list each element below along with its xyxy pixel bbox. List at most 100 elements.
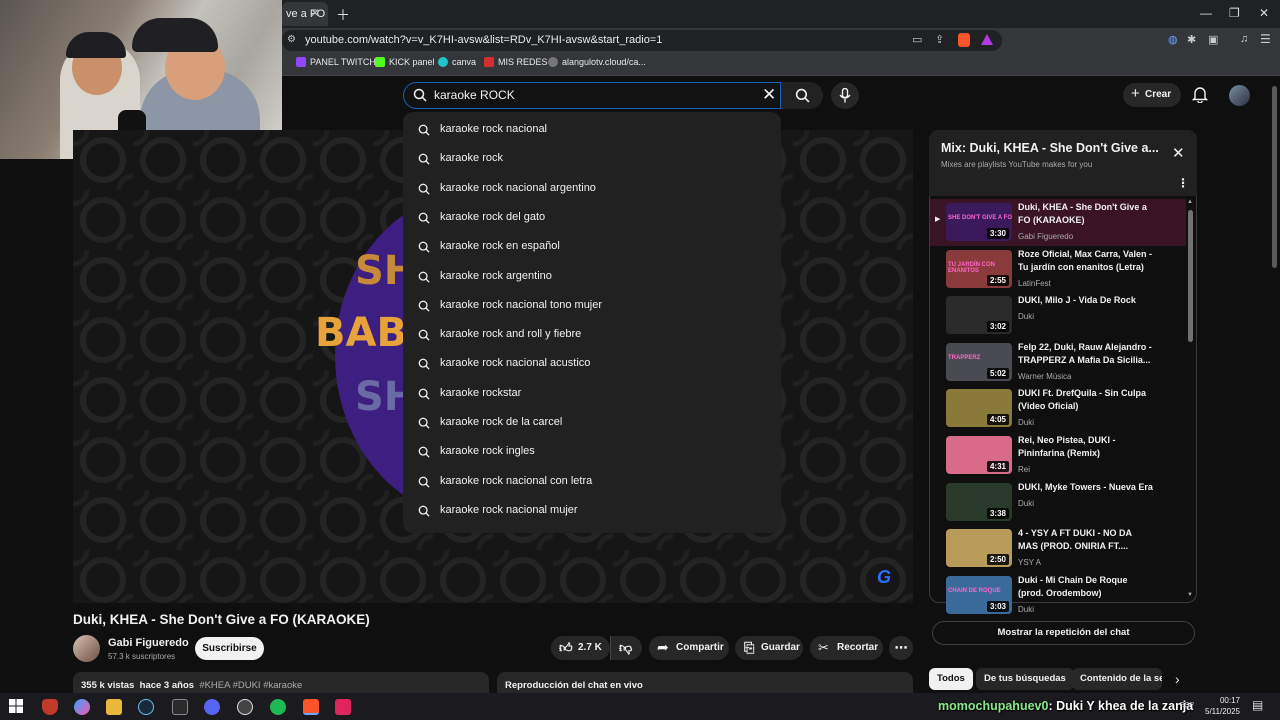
clock-time: 00:17 — [1219, 696, 1240, 705]
language-indicator[interactable]: ESP — [1180, 702, 1194, 709]
suggestion-item[interactable]: karaoke rock ingles — [403, 438, 781, 467]
window-close-icon[interactable]: ✕ — [1259, 6, 1269, 20]
share-button[interactable]: ➦ Compartir — [649, 636, 729, 660]
hashtags[interactable]: #KHEA #DUKI #karaoke — [199, 680, 302, 691]
bookmark-panel-twitch[interactable]: PANEL TWITCH — [296, 57, 376, 67]
show-chat-replay-button[interactable]: Mostrar la repetición del chat — [932, 621, 1195, 645]
browser-tab[interactable]: ve a FO — [282, 2, 328, 26]
minimize-icon[interactable]: — — [1200, 6, 1212, 20]
search-icon — [418, 212, 430, 224]
clear-search-icon[interactable]: ✕ — [762, 85, 776, 105]
suggestion-label: karaoke rock and roll y fiebre — [440, 328, 582, 341]
file-explorer-icon[interactable] — [106, 699, 122, 715]
thumbs-up-icon: 👍︎ — [559, 640, 573, 655]
suggestion-item[interactable]: karaoke rock nacional argentino — [403, 175, 781, 204]
suggestion-item[interactable]: karaoke rock en español — [403, 233, 781, 262]
suggestion-item[interactable]: karaoke rockstar — [403, 380, 781, 409]
more-actions-icon[interactable]: ⋯ — [889, 636, 913, 660]
playlist-item-title: Rei, Neo Pistea, DUKI - Pininfarina (Rem… — [1018, 435, 1116, 458]
playlist-item[interactable]: ▶ SHE DON'T GIVE A FO 3:30 Duki, KHEA - She… — [930, 199, 1186, 246]
playlist-item[interactable]: 3:38 DUKI, Myke Towers - Nueva Era Duki — [930, 479, 1186, 526]
restore-icon[interactable]: ❐ — [1229, 6, 1240, 20]
chip-todos[interactable]: Todos — [929, 668, 973, 690]
media-icon[interactable]: ♫ — [1240, 33, 1248, 45]
playlist-item[interactable]: TU JARDÍN CON ENANITOS 2:55 Roze Oficial, … — [930, 246, 1186, 293]
clip-button[interactable]: ✂ Recortar — [810, 636, 883, 660]
dislike-button[interactable]: 👎︎ — [610, 636, 642, 660]
steam-icon[interactable] — [138, 699, 154, 715]
suggestion-item[interactable]: karaoke rock nacional — [403, 116, 781, 145]
brave-browser-icon[interactable] — [303, 699, 319, 715]
playlist-more-icon[interactable]: ⋮ — [1177, 176, 1189, 190]
notification-center-icon[interactable]: ▤ — [1252, 698, 1263, 712]
brave-shields-icon[interactable] — [958, 33, 970, 47]
notifications-bell-icon[interactable] — [1192, 86, 1208, 103]
scroll-up-icon[interactable]: ▲ — [1187, 199, 1193, 205]
like-button[interactable]: 👍︎ 2.7 K — [551, 636, 610, 660]
url-text[interactable]: youtube.com/watch?v=v_K7HI-avsw&list=RDv… — [305, 34, 662, 46]
bookmark-mis-redes[interactable]: MIS REDES — [484, 57, 548, 67]
close-playlist-icon[interactable]: ✕ — [1172, 144, 1185, 162]
create-button[interactable]: + Crear — [1123, 83, 1181, 107]
suggestion-item[interactable]: karaoke rock del gato — [403, 204, 781, 233]
playlist-item[interactable]: 2:50 4 - YSY A FT DUKI - NO DA MAS (PROD.… — [930, 525, 1186, 572]
taskbar-clock[interactable]: 00:17 5/11/2025 — [1205, 695, 1240, 717]
tiktok-icon[interactable] — [335, 699, 351, 715]
search-input[interactable]: karaoke ROCK — [434, 88, 515, 102]
antivirus-icon[interactable] — [42, 699, 58, 715]
suggestion-item[interactable]: karaoke rock — [403, 145, 781, 174]
playlist-item[interactable]: CHAIN DE ROQUE 3:03 Duki - Mi Chain De Roq… — [930, 572, 1186, 619]
channel-avatar[interactable] — [73, 635, 100, 662]
account-avatar[interactable] — [1229, 85, 1250, 106]
epic-games-icon[interactable] — [172, 699, 188, 715]
video-duration: 3:03 — [986, 600, 1009, 612]
playlist-item[interactable]: TRAPPERZ 5:02 Felp 22, Duki, Rauw Alejandr… — [930, 339, 1186, 386]
suggestion-item[interactable]: karaoke rock de la carcel — [403, 409, 781, 438]
spotify-icon[interactable] — [270, 699, 286, 715]
playlist-item[interactable]: 4:31 Rei, Neo Pistea, DUKI - Pininfarina … — [930, 432, 1186, 479]
subscribe-button[interactable]: Suscribirse — [195, 637, 264, 660]
suggestion-item[interactable]: karaoke rock nacional tono mujer — [403, 292, 781, 321]
scroll-down-icon[interactable]: ▼ — [1187, 592, 1193, 598]
site-settings-icon[interactable]: ⚙ — [287, 34, 296, 45]
bookmark-alangulotv[interactable]: alangulotv.cloud/ca... — [548, 57, 646, 67]
copilot-icon[interactable] — [74, 699, 90, 715]
share-page-icon[interactable]: ⇪ — [935, 33, 944, 46]
video-duration: 2:50 — [986, 554, 1009, 566]
chips-next-icon[interactable]: › — [1175, 671, 1180, 687]
bookmark-canva[interactable]: canva — [438, 57, 476, 67]
page-scrollbar[interactable] — [1272, 86, 1277, 268]
playlist-thumbnail: 4:05 — [946, 389, 1012, 428]
search-icon — [795, 88, 810, 103]
search-button[interactable] — [781, 82, 823, 109]
chip-de-tus-busquedas[interactable]: De tus búsquedas — [976, 668, 1074, 690]
suggestion-item[interactable]: karaoke rock nacional mujer — [403, 497, 781, 526]
playlist-scrollbar[interactable] — [1188, 210, 1193, 342]
bookmark-kick-panel[interactable]: KICK panel — [375, 57, 435, 67]
sound-icon[interactable]: ◍ — [1168, 33, 1178, 46]
obs-icon[interactable] — [237, 699, 253, 715]
playlist-item[interactable]: 4:05 DUKI Ft. DrefQuila - Sin Culpa (Vide… — [930, 385, 1186, 432]
video-duration: 4:31 — [986, 461, 1009, 472]
voice-search-button[interactable] — [831, 82, 859, 109]
suggestion-item[interactable]: karaoke rock and roll y fiebre — [403, 321, 781, 350]
suggestion-item[interactable]: karaoke rock nacional acustico — [403, 350, 781, 379]
video-title: Duki, KHEA - She Don't Give a FO (KARAOK… — [73, 612, 370, 627]
discord-icon[interactable] — [204, 699, 220, 715]
extensions-icon[interactable]: ✱ — [1187, 33, 1196, 46]
channel-name[interactable]: Gabi Figueredo — [108, 637, 189, 649]
suggestion-item[interactable]: karaoke rock argentino — [403, 263, 781, 292]
cast-icon[interactable]: ▭ — [912, 33, 922, 46]
search-suggestions: karaoke rock nacional karaoke rock karaoke… — [403, 112, 781, 533]
suggestion-item[interactable]: karaoke rock nacional con letra — [403, 468, 781, 497]
playlist-item[interactable]: 3:02 DUKI, Milo J - Vida De Rock Duki — [930, 292, 1186, 339]
tab-close-icon[interactable]: ✕ — [310, 6, 320, 20]
wallet-icon[interactable]: ▣ — [1208, 33, 1218, 46]
save-button[interactable]: ⎘ Guardar — [735, 636, 803, 660]
menu-icon[interactable]: ☰ — [1260, 32, 1271, 46]
new-tab-icon[interactable]: ＋ — [336, 5, 350, 25]
brave-rewards-icon[interactable] — [981, 34, 993, 45]
chip-contenido[interactable]: Contenido de la se — [1072, 668, 1162, 690]
thumbnail-text: SHE DON'T GIVE A FO — [948, 215, 1012, 221]
windows-start-icon[interactable] — [9, 699, 25, 715]
